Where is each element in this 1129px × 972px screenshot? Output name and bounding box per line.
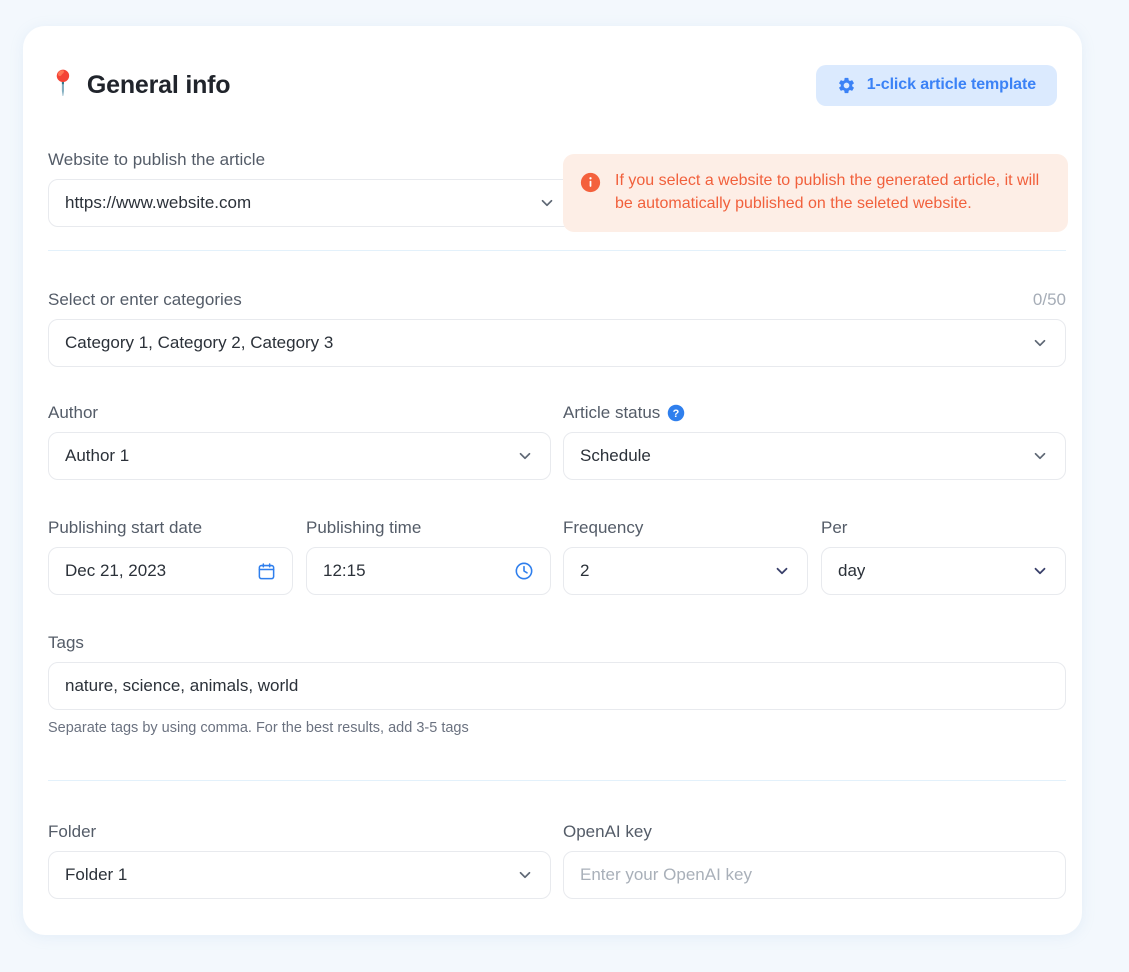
per-select[interactable]: day: [821, 547, 1066, 595]
page-title: General info: [86, 70, 231, 99]
author-select[interactable]: Author 1: [48, 432, 551, 480]
pushpin-icon: 📍: [48, 70, 78, 97]
openai-key-placeholder: Enter your OpenAI key: [580, 865, 752, 884]
chevron-down-icon: [1023, 562, 1049, 580]
frequency-select[interactable]: 2: [563, 547, 808, 595]
website-warning-block: If you select a website to publish the g…: [563, 154, 1068, 233]
tags-field-block: Tags nature, science, animals, world Sep…: [48, 633, 1066, 736]
general-info-card: 📍 General info 1-click article template …: [23, 26, 1082, 935]
frequency-field-block: Frequency 2: [563, 518, 808, 595]
chevron-down-icon: [530, 194, 556, 212]
categories-value: Category 1, Category 2, Category 3: [65, 333, 334, 352]
folder-select[interactable]: Folder 1: [48, 851, 551, 899]
svg-text:?: ?: [673, 408, 680, 420]
info-circle-icon: [580, 172, 601, 198]
publishing-time-value: 12:15: [323, 561, 366, 580]
page-root: 📍 General info 1-click article template …: [0, 0, 1129, 972]
publishing-start-date-input[interactable]: Dec 21, 2023: [48, 547, 293, 595]
categories-label-row: Select or enter categories 0/50: [48, 290, 1066, 319]
publishing-start-date-block: Publishing start date Dec 21, 2023: [48, 518, 293, 595]
openai-key-label: OpenAI key: [563, 822, 652, 841]
section-divider-1: [48, 250, 1066, 251]
chevron-down-icon: [508, 447, 534, 465]
publishing-time-block: Publishing time 12:15: [306, 518, 551, 595]
folder-value: Folder 1: [65, 865, 128, 884]
folder-field-block: Folder Folder 1: [48, 822, 551, 899]
tags-label: Tags: [48, 633, 84, 652]
warning-message: If you select a website to publish the g…: [615, 172, 1040, 212]
one-click-article-template-button[interactable]: 1-click article template: [815, 64, 1057, 106]
article-status-label-row: Article status ?: [563, 403, 1066, 423]
website-field-block: Website to publish the article https://w…: [48, 150, 573, 227]
tags-helper-text: Separate tags by using comma. For the be…: [48, 720, 469, 736]
frequency-value: 2: [580, 561, 590, 580]
article-status-select[interactable]: Schedule: [563, 432, 1066, 480]
chevron-down-icon: [1023, 447, 1049, 465]
card-header: 📍 General info 1-click article template: [48, 62, 1057, 108]
per-field-block: Per day: [821, 518, 1066, 595]
question-mark-circle-icon[interactable]: ?: [667, 404, 685, 422]
website-label: Website to publish the article: [48, 150, 266, 169]
author-field-block: Author Author 1: [48, 403, 551, 480]
categories-field-block: Select or enter categories 0/50 Category…: [48, 290, 1066, 367]
author-label: Author: [48, 403, 99, 422]
clock-icon[interactable]: [506, 561, 534, 581]
publishing-time-input[interactable]: 12:15: [306, 547, 551, 595]
article-status-label: Article status: [563, 403, 661, 422]
article-status-value: Schedule: [580, 446, 651, 465]
template-button-label: 1-click article template: [866, 76, 1036, 93]
chevron-down-icon: [508, 866, 534, 884]
tags-input[interactable]: nature, science, animals, world: [48, 662, 1066, 710]
title-wrap: 📍 General info: [48, 70, 231, 100]
section-divider-2: [48, 780, 1066, 781]
frequency-label: Frequency: [563, 518, 644, 537]
per-value: day: [838, 561, 866, 580]
categories-label: Select or enter categories: [48, 290, 242, 309]
chevron-down-icon: [1023, 334, 1049, 352]
publishing-start-date-label: Publishing start date: [48, 518, 203, 537]
openai-key-input-wrap[interactable]: Enter your OpenAI key: [563, 851, 1066, 899]
categories-select[interactable]: Category 1, Category 2, Category 3: [48, 319, 1066, 367]
chevron-down-icon: [765, 562, 791, 580]
per-label: Per: [821, 518, 848, 537]
publishing-start-date-value: Dec 21, 2023: [65, 561, 167, 580]
article-status-field-block: Article status ? Schedule: [563, 403, 1066, 480]
tags-value: nature, science, animals, world: [65, 676, 299, 695]
categories-counter: 0/50: [1032, 290, 1066, 309]
author-value: Author 1: [65, 446, 130, 465]
website-value: https://www.website.com: [65, 193, 252, 212]
website-select[interactable]: https://www.website.com: [48, 179, 573, 227]
calendar-icon[interactable]: [249, 562, 276, 581]
publishing-time-label: Publishing time: [306, 518, 422, 537]
gear-icon: [837, 76, 856, 95]
warning-banner: If you select a website to publish the g…: [563, 154, 1068, 233]
folder-label: Folder: [48, 822, 97, 841]
openai-key-field-block: OpenAI key Enter your OpenAI key: [563, 822, 1066, 899]
